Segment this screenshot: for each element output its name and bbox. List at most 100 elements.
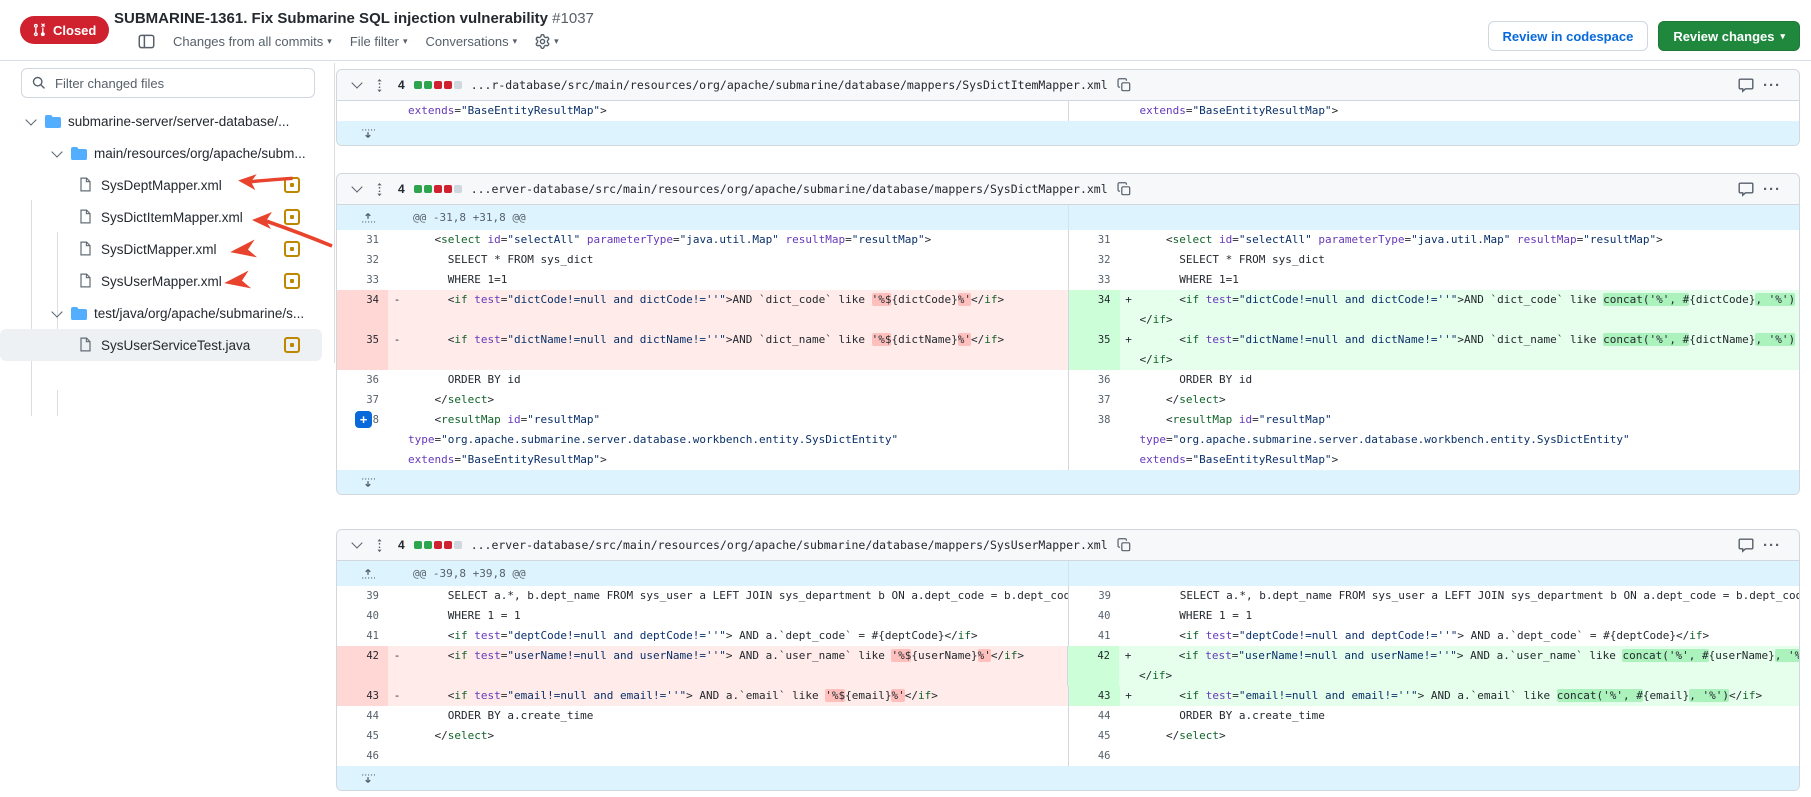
line-number[interactable]: 36	[337, 370, 388, 390]
file-modified-icon	[284, 241, 300, 257]
comment-icon[interactable]	[1738, 77, 1754, 93]
chevron-down-icon[interactable]	[50, 306, 64, 320]
drag-handle-icon[interactable]	[372, 538, 387, 553]
expand-up-button[interactable]	[337, 561, 399, 586]
diff-side-new: 43+ <if test="email!=null and email!=''"…	[1068, 686, 1800, 706]
folder-icon	[71, 145, 87, 161]
file-path[interactable]: ...r-database/src/main/resources/org/apa…	[471, 78, 1108, 92]
conversations-dropdown[interactable]: Conversations▾	[425, 34, 517, 49]
expand-down-button[interactable]	[337, 121, 399, 145]
expand-up-button[interactable]	[337, 205, 399, 230]
review-changes-button[interactable]: Review changes▾	[1658, 21, 1800, 51]
file-path[interactable]: ...erver-database/src/main/resources/org…	[471, 182, 1108, 196]
diff-side-old: 32 SELECT * FROM sys_dict	[337, 250, 1068, 270]
line-number[interactable]: 35	[337, 330, 388, 370]
line-number[interactable]: 31	[337, 230, 388, 250]
diff-side-old: 34- <if test="dictCode!=null and dictCod…	[337, 290, 1068, 330]
collapse-file-chevron-icon[interactable]	[351, 539, 363, 551]
diff-sign: -	[388, 330, 406, 370]
line-number[interactable]: 34	[1069, 290, 1120, 330]
tree-item-label: SysDeptMapper.xml	[101, 178, 222, 193]
copy-path-icon[interactable]	[1117, 538, 1131, 552]
line-number[interactable]: 42	[1068, 646, 1119, 686]
line-number[interactable]: 36	[1069, 370, 1120, 390]
collapse-file-chevron-icon[interactable]	[351, 183, 363, 195]
diff-settings-gear[interactable]: ▾	[535, 34, 559, 49]
hunk-header-text: @@ -39,8 +39,8 @@	[399, 561, 526, 586]
diff-sign	[1120, 250, 1138, 270]
comment-icon[interactable]	[1738, 181, 1754, 197]
line-number[interactable]: 39	[337, 586, 388, 606]
diff-sign	[388, 101, 406, 121]
line-number[interactable]: 45	[337, 726, 388, 746]
line-number[interactable]: 45	[1069, 726, 1120, 746]
line-number[interactable]: 32	[337, 250, 388, 270]
tree-folder-submarine-server-server-database-[interactable]: submarine-server/server-database/...	[0, 105, 322, 137]
diff-line-code: SELECT a.*, b.dept_name FROM sys_user a …	[406, 586, 1068, 606]
chevron-down-icon[interactable]	[24, 114, 38, 128]
tree-file-sysusermapper-xml[interactable]: SysUserMapper.xml	[0, 265, 322, 297]
filter-changed-files-input[interactable]	[53, 75, 304, 92]
line-number[interactable]: 39	[1069, 586, 1120, 606]
line-number[interactable]: 35	[1069, 330, 1120, 370]
sidebar-toggle-icon[interactable]	[138, 33, 155, 50]
tree-file-sysdeptmapper-xml[interactable]: SysDeptMapper.xml	[0, 169, 322, 201]
line-number[interactable]: 33	[337, 270, 388, 290]
file-filter-dropdown[interactable]: File filter▾	[350, 34, 408, 49]
line-number[interactable]: 37	[1069, 390, 1120, 410]
line-number[interactable]: 33	[1069, 270, 1120, 290]
line-number[interactable]: 43	[1069, 686, 1120, 706]
line-number[interactable]: 43	[337, 686, 388, 706]
line-number[interactable]	[337, 101, 388, 121]
line-number[interactable]: 34	[337, 290, 388, 330]
add-comment-button[interactable]: +	[355, 411, 372, 428]
expand-down-button[interactable]	[337, 470, 399, 494]
chevron-down-icon[interactable]	[50, 146, 64, 160]
diff-row: 39 SELECT a.*, b.dept_name FROM sys_user…	[337, 586, 1799, 606]
line-number[interactable]: 42	[337, 646, 388, 686]
kebab-menu-icon[interactable]: ···	[1763, 537, 1781, 554]
line-number[interactable]: 31	[1069, 230, 1120, 250]
review-in-codespace-button[interactable]: Review in codespace	[1488, 21, 1649, 51]
line-number[interactable]: 41	[337, 626, 388, 646]
diff-side-old: 40 WHERE 1 = 1	[337, 606, 1068, 626]
tree-file-sysdictitemmapper-xml[interactable]: SysDictItemMapper.xml	[0, 201, 322, 233]
kebab-menu-icon[interactable]: ···	[1763, 77, 1781, 94]
diff-side-old: 45 </select>	[337, 726, 1068, 746]
line-number[interactable]: 46	[1069, 746, 1120, 766]
diff-side-old: 33 WHERE 1=1	[337, 270, 1068, 290]
line-number[interactable]: 32	[1069, 250, 1120, 270]
tree-file-sysdictmapper-xml[interactable]: SysDictMapper.xml	[0, 233, 322, 265]
line-number[interactable]: 44	[337, 706, 388, 726]
diffstat-square-del	[434, 541, 442, 549]
tree-guide-line	[57, 390, 58, 416]
sidebar-resize-divider[interactable]	[334, 63, 335, 363]
line-number[interactable]: 46	[337, 746, 388, 766]
drag-handle-icon[interactable]	[372, 182, 387, 197]
diff-side-old: 38 <resultMap id="resultMap"type="org.ap…	[337, 410, 1068, 470]
line-number[interactable]: 37	[337, 390, 388, 410]
pr-number: #1037	[552, 10, 594, 27]
line-number[interactable]: 44	[1069, 706, 1120, 726]
collapse-file-chevron-icon[interactable]	[351, 79, 363, 91]
line-number[interactable]	[1069, 101, 1120, 121]
copy-path-icon[interactable]	[1117, 182, 1131, 196]
diff-sign	[388, 586, 406, 606]
line-number[interactable]: 40	[337, 606, 388, 626]
tree-folder-main-resources-org-apache-subm-[interactable]: main/resources/org/apache/subm...	[0, 137, 322, 169]
kebab-menu-icon[interactable]: ···	[1763, 181, 1781, 198]
diff-side-old: 41 <if test="deptCode!=null and deptCode…	[337, 626, 1068, 646]
drag-handle-icon[interactable]	[372, 78, 387, 93]
file-path[interactable]: ...erver-database/src/main/resources/org…	[471, 538, 1108, 552]
copy-path-icon[interactable]	[1117, 78, 1131, 92]
changes-from-dropdown[interactable]: Changes from all commits▾	[173, 34, 332, 49]
line-number[interactable]: 41	[1069, 626, 1120, 646]
line-number[interactable]: 38	[1069, 410, 1120, 470]
tree-folder-test-java-org-apache-submarine-s-[interactable]: test/java/org/apache/submarine/s...	[0, 297, 322, 329]
expand-down-button[interactable]	[337, 766, 399, 790]
comment-icon[interactable]	[1738, 537, 1754, 553]
file-tree: submarine-server/server-database/... mai…	[0, 105, 334, 361]
diff-row: 36 ORDER BY id36 ORDER BY id	[337, 370, 1799, 390]
tree-file-sysuserservicetest-java[interactable]: SysUserServiceTest.java	[0, 329, 322, 361]
line-number[interactable]: 40	[1069, 606, 1120, 626]
